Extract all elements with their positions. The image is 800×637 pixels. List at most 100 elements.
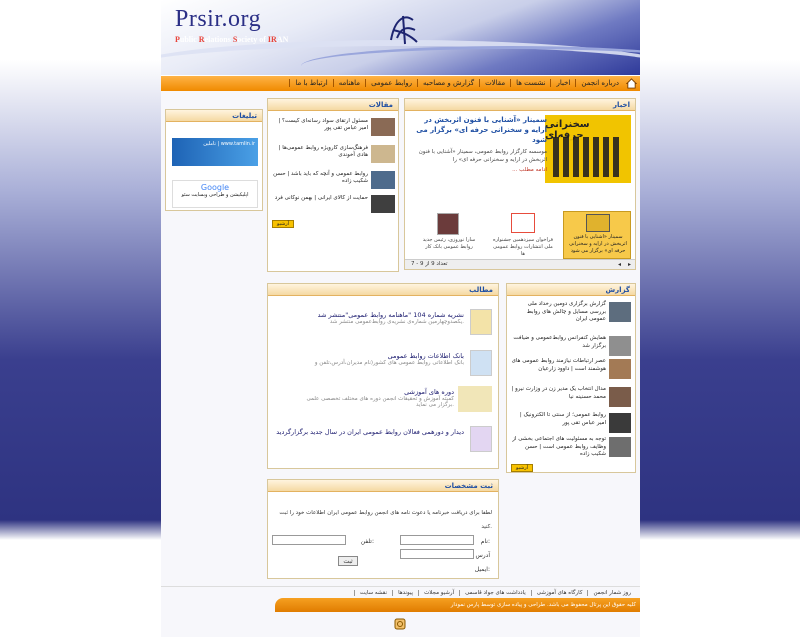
report-thumb (609, 413, 631, 433)
news-body: موسسه کارگزار روابط عمومی، سمینار «آشنای… (418, 149, 547, 163)
article-thumb (371, 171, 395, 189)
news-card-title: فراخوان سیزدهمین جشنواره ملی انتشارات رو… (492, 237, 554, 257)
articles-title: مقالات (268, 99, 398, 111)
news-card-thumb (586, 214, 610, 232)
news-title: اخبار (405, 99, 635, 111)
article-title: فرهنگ‌سازی کارویژه روابط عمومی‌ها | هادی… (278, 145, 368, 158)
header: Prsir.org Public Relations Society of IR… (161, 0, 640, 75)
report-title: مدال انتخاب یک مدیر زن در وزارت نیرو | م… (511, 386, 606, 400)
magazine-icon (470, 309, 492, 335)
article-item[interactable]: مسئول ارتقای سواد رسانه‌ای کیست؟ | امیر … (266, 117, 398, 137)
report-title: عصر ارتباطات نیازمند روابط عمومی های هوش… (511, 358, 606, 372)
submit-button[interactable]: ثبت (338, 556, 358, 566)
google-logo: Google (200, 183, 230, 192)
news-card-thumb (511, 213, 535, 233)
nav-articles[interactable]: مقالات (479, 79, 510, 87)
article-item[interactable]: روابط عمومی و آنچه که باید باشد | حسن شک… (266, 170, 398, 190)
news-card-1[interactable]: سمینار «آشنایی با فنون اثربخش در ارایه و… (563, 211, 631, 259)
database-icon (470, 350, 492, 376)
news-pager: تعداد 9 از 9 - 7 (411, 261, 448, 267)
calligraphy-emblem-icon (390, 15, 418, 45)
report-item[interactable]: عصر ارتباطات نیازمند روابط عمومی های هوش… (509, 358, 631, 386)
news-card-2[interactable]: فراخوان سیزدهمین جشنواره ملی انتشارات رو… (489, 211, 557, 259)
name-label: نام: (480, 538, 490, 545)
ads-box: تبلیغات تاملین | www.tamlin.ir Google اپ… (165, 109, 263, 211)
news-card-thumb (437, 213, 459, 235)
report-thumb (609, 359, 631, 379)
page: Prsir.org Public Relations Society of IR… (161, 0, 640, 637)
article-thumb (371, 195, 395, 213)
material-title: دوره های آموزشی (404, 388, 454, 396)
report-thumb (609, 387, 631, 407)
news-card-title: سمینار «آشنایی با فنون اثربخش در ارایه و… (569, 234, 627, 254)
material-title: دیدار و دورهمی فعالان روابط عمومی ایران … (276, 428, 464, 436)
reports-archive-button[interactable]: آرشیو (511, 464, 533, 472)
name-input[interactable] (400, 535, 474, 545)
material-item[interactable]: بانک اطلاعات روابط عمومی بانک اطلاعاتی ر… (252, 350, 492, 382)
reports-title: گزارش (507, 284, 635, 296)
report-title: گزارش برگزاری دومین رخداد ملی بررسی مسای… (526, 301, 606, 322)
main-nav: درباره انجمن اخبار نشست ها مقالات گزارش … (161, 75, 640, 91)
footer-link[interactable]: پیوندها (392, 589, 418, 596)
nav-news[interactable]: اخبار (550, 79, 575, 87)
news-headline[interactable]: سمینار «آشنایی با فنون اثربخش در ارایه و… (409, 115, 547, 145)
material-title: نشریه شماره 104 "ماهنامه روابط عمومی"منت… (317, 311, 464, 319)
material-item[interactable]: دوره های آموزشی کمیته آموزش و تحقیقات ان… (252, 386, 492, 418)
article-item[interactable]: فرهنگ‌سازی کارویژه روابط عمومی‌ها | هادی… (266, 144, 398, 164)
material-sub: یکصدوچهارمین شماره‌ی نشریه‌ی روابط‌عمومی… (329, 319, 464, 325)
footer-link[interactable]: روز شمار انجمن (587, 589, 636, 596)
email-label: ایمیل: (474, 566, 490, 573)
report-thumb (609, 437, 631, 457)
nav-sessions[interactable]: نشست ها (510, 79, 550, 87)
news-card-3[interactable]: سارا نوروزی، رئیس جدید روابط عمومی بانک … (415, 211, 483, 259)
news-box: اخبار سخنرانی حرفه‌ای سمینار «آشنایی با … (404, 98, 636, 270)
report-title: روابط عمومی؛ از سنتی تا الکترونیک | امیر… (519, 412, 606, 426)
graduation-cap-icon (458, 386, 492, 412)
news-read-more[interactable]: ... ادامه مطلب (409, 167, 547, 173)
pager-next-icon[interactable]: ▸ (628, 261, 631, 268)
designer-logo-icon[interactable] (394, 618, 406, 630)
materials-title: مطالب (268, 284, 498, 296)
ad-banner-1[interactable]: تاملین | www.tamlin.ir (172, 138, 258, 166)
site-subtitle: Public Relations Society of IRAN (175, 35, 289, 44)
report-title: همایش کنفرانس روابط‌عمومی و ضیافت برگزار… (513, 335, 606, 349)
pager-prev-icon[interactable]: ◂ (618, 261, 621, 268)
footer-link[interactable]: یادداشت های جواد قاسمی (459, 589, 531, 596)
address-input[interactable] (400, 549, 474, 559)
footer-link[interactable]: کارگاه های آموزشی (530, 589, 588, 596)
report-item[interactable]: توجه به مسئولیت های اجتماعی بخشی از وظای… (509, 436, 631, 464)
ad-banner-1-text: تاملین | www.tamlin.ir (203, 141, 255, 147)
nav-contact[interactable]: ارتباط با ما (289, 79, 332, 87)
reports-box: گزارش گزارش برگزاری دومین رخداد ملی بررس… (506, 283, 636, 473)
footer-link[interactable]: نقشه سایت (353, 589, 392, 596)
articles-archive-button[interactable]: آرشیو (272, 220, 294, 228)
news-card-title: سارا نوروزی، رئیس جدید روابط عمومی بانک … (422, 237, 476, 250)
phone-input[interactable] (272, 535, 346, 545)
nav-about[interactable]: درباره انجمن (575, 79, 624, 87)
materials-box: مطالب نشریه شماره 104 "ماهنامه روابط عمو… (267, 283, 499, 469)
footer-links: روز شمار انجمن کارگاه های آموزشی یادداشت… (161, 586, 640, 598)
article-item[interactable]: حمایت از کالای ایرانی | بهمن نوکانی فرد (266, 194, 398, 214)
nav-monthly[interactable]: ماهنامه (332, 79, 365, 87)
ad-banner-2[interactable]: Google اپلیکیشن و طراحی وبسایت سئو (172, 180, 258, 208)
articles-box: مقالات مسئول ارتقای سواد رسانه‌ای کیست؟ … (267, 98, 399, 272)
register-box: ثبت مشخصات لطفا برای دریافت خبرنامه یا د… (267, 479, 499, 579)
report-item[interactable]: مدال انتخاب یک مدیر زن در وزارت نیرو | م… (509, 386, 631, 414)
nav-reports[interactable]: گزارش و مصاحبه (417, 79, 479, 87)
material-item[interactable]: نشریه شماره 104 "ماهنامه روابط عمومی"منت… (252, 309, 492, 341)
site-logo[interactable]: Prsir.org (175, 6, 261, 33)
footer-link[interactable]: آرشیو مجلات (418, 589, 459, 596)
article-title: روابط عمومی و آنچه که باید باشد | حسن شک… (273, 171, 368, 184)
report-item[interactable]: گزارش برگزاری دومین رخداد ملی بررسی مسای… (509, 301, 631, 329)
ad-banner-2-text: اپلیکیشن و طراحی وبسایت سئو (181, 192, 249, 198)
news-feature-image[interactable]: سخنرانی حرفه‌ای (545, 115, 631, 183)
footer-copyright: کلیه حقوق این پرتال محفوظ می باشد. طراحی… (275, 598, 640, 612)
nav-public-relations[interactable]: روابط عمومی (365, 79, 417, 87)
material-item[interactable]: دیدار و دورهمی فعالان روابط عمومی ایران … (252, 426, 492, 458)
register-title: ثبت مشخصات (268, 480, 498, 492)
home-icon[interactable] (626, 78, 637, 89)
report-thumb (609, 336, 631, 356)
news-pager-bar: ▸ ◂ تعداد 9 از 9 - 7 (405, 259, 635, 269)
material-title: بانک اطلاعات روابط عمومی (387, 352, 464, 360)
article-title: حمایت از کالای ایرانی | بهمن نوکانی فرد (274, 195, 368, 201)
